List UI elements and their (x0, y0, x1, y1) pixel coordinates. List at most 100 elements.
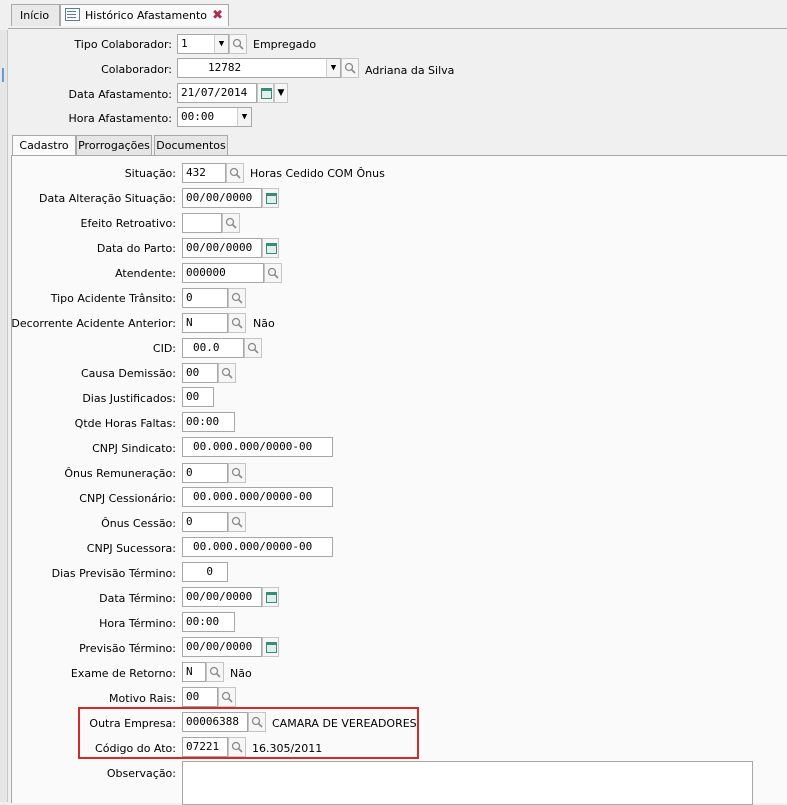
qtde-horas-faltas-input[interactable]: 00:00 (182, 412, 235, 432)
tab-historico-afastamento[interactable]: Histórico Afastamento ✖ (60, 4, 229, 26)
hora-afastamento-input[interactable]: 00:00 ▼ (177, 107, 252, 127)
observacao-textarea[interactable] (182, 761, 753, 805)
calendar-icon[interactable] (262, 587, 279, 607)
label-codigo-ato: Código do Ato: (95, 742, 176, 755)
causa-demissao-value: 00 (186, 366, 200, 379)
label-exame-retorno: Exame de Retorno: (70, 667, 176, 680)
motivo-rais-input[interactable]: 00 (182, 687, 218, 707)
data-afastamento-input[interactable]: 21/07/2014 (177, 83, 257, 103)
label-observacao: Observação: (106, 767, 176, 780)
colaborador-input[interactable]: 12782 ▼ (177, 58, 341, 78)
cnpj-sindicato-input[interactable]: 00.000.000/0000-00 (182, 437, 333, 457)
tab-prorrogacoes[interactable]: Prorrogações (76, 135, 152, 155)
tab-inicio-label: Início (20, 9, 50, 22)
search-icon[interactable] (264, 263, 282, 283)
situacao-input[interactable]: 432 (182, 163, 226, 183)
dias-justificados-input[interactable]: 00 (182, 387, 214, 407)
data-alteracao-situacao-input[interactable]: 00/00/0000 (182, 188, 262, 208)
outra-empresa-desc: CAMARA DE VEREADORES (272, 717, 417, 730)
cnpj-cessionario-value: 00.000.000/0000-00 (193, 490, 313, 503)
cnpj-sucessora-input[interactable]: 00.000.000/0000-00 (182, 537, 333, 557)
cnpj-cessionario-input[interactable]: 00.000.000/0000-00 (182, 487, 333, 507)
search-icon[interactable] (218, 687, 236, 707)
label-cnpj-sucessora: CNPJ Sucessora: (86, 542, 176, 555)
label-cnpj-sindicato: CNPJ Sindicato: (92, 442, 176, 455)
codigo-ato-input[interactable]: 07221 (182, 737, 228, 757)
efeito-retroativo-input[interactable] (182, 213, 222, 233)
cnpj-sindicato-value: 00.000.000/0000-00 (193, 440, 313, 453)
exame-retorno-input[interactable]: N (182, 662, 206, 682)
dias-justificados-value: 00 (186, 390, 200, 403)
data-parto-value: 00/00/0000 (186, 241, 253, 254)
dropdown-arrow-icon[interactable]: ▼ (326, 59, 340, 77)
cnpj-sucessora-value: 00.000.000/0000-00 (193, 540, 313, 553)
onus-cessao-input[interactable]: 0 (182, 512, 228, 532)
tipo-colaborador-input[interactable]: 1 ▼ (177, 34, 229, 54)
search-icon[interactable] (228, 463, 246, 483)
label-onus-remuneracao: Ônus Remuneração: (64, 467, 176, 480)
hora-afastamento-value: 00:00 (181, 110, 215, 123)
cid-input[interactable]: 00.0 (182, 338, 244, 358)
data-termino-value: 00/00/0000 (186, 590, 253, 603)
label-data-afastamento: Data Afastamento: (68, 88, 173, 101)
label-hora-termino: Hora Término: (99, 617, 176, 630)
calendar-icon[interactable] (257, 83, 274, 103)
label-situacao: Situação: (124, 167, 176, 180)
search-icon[interactable] (228, 737, 246, 757)
label-cid: CID: (152, 342, 176, 355)
search-icon[interactable] (248, 712, 266, 732)
motivo-rais-value: 00 (186, 690, 200, 703)
search-icon[interactable] (218, 363, 236, 383)
label-tipo-colaborador: Tipo Colaborador: (74, 38, 172, 51)
data-parto-input[interactable]: 00/00/0000 (182, 238, 262, 258)
decorrente-acidente-anterior-input[interactable]: N (182, 313, 228, 333)
search-icon[interactable] (229, 34, 247, 54)
label-previsao-termino: Previsão Término: (79, 642, 176, 655)
tab-prorrogacoes-label: Prorrogações (78, 139, 150, 152)
search-icon[interactable] (244, 338, 262, 358)
tab-documentos-label: Documentos (156, 139, 226, 152)
search-icon[interactable] (228, 313, 246, 333)
search-icon[interactable] (222, 213, 240, 233)
side-marker (2, 68, 4, 82)
dropdown-arrow-icon[interactable]: ▼ (274, 83, 288, 103)
hora-termino-input[interactable]: 00:00 (182, 612, 235, 632)
calendar-icon[interactable] (262, 238, 279, 258)
label-qtde-horas-faltas: Qtde Horas Faltas: (74, 417, 176, 430)
label-onus-cessao: Ônus Cessão: (101, 517, 176, 530)
previsao-termino-input[interactable]: 00/00/0000 (182, 637, 262, 657)
onus-remuneracao-input[interactable]: 0 (182, 463, 228, 483)
atendente-input[interactable]: 000000 (182, 263, 264, 283)
qtde-horas-faltas-value: 00:00 (186, 415, 220, 428)
search-icon[interactable] (341, 58, 359, 78)
search-icon[interactable] (206, 662, 224, 682)
tab-documentos[interactable]: Documentos (154, 135, 228, 155)
onus-remuneracao-value: 0 (186, 466, 193, 479)
form-icon (65, 8, 80, 21)
dias-previsao-termino-input[interactable]: 0 (182, 562, 228, 582)
colaborador-value: 12782 (208, 61, 242, 74)
search-icon[interactable] (226, 163, 244, 183)
outra-empresa-input[interactable]: 00006388 (182, 712, 248, 732)
data-termino-input[interactable]: 00/00/0000 (182, 587, 262, 607)
dropdown-arrow-icon[interactable]: ▼ (214, 35, 228, 53)
label-data-parto: Data do Parto: (96, 242, 176, 255)
tab-inicio[interactable]: Início (11, 4, 60, 26)
causa-demissao-input[interactable]: 00 (182, 363, 218, 383)
outra-empresa-value: 00006388 (186, 715, 239, 728)
cid-value: 00.0 (193, 341, 220, 354)
tipo-acidente-transito-input[interactable]: 0 (182, 288, 228, 308)
label-motivo-rais: Motivo Rais: (109, 692, 176, 705)
label-data-termino: Data Término: (99, 592, 176, 605)
tipo-colaborador-desc: Empregado (253, 38, 317, 51)
label-cnpj-cessionario: CNPJ Cessionário: (79, 492, 176, 505)
situacao-value: 432 (186, 166, 206, 179)
search-icon[interactable] (228, 288, 246, 308)
search-icon[interactable] (228, 512, 246, 532)
previsao-termino-value: 00/00/0000 (186, 640, 253, 653)
calendar-icon[interactable] (262, 188, 279, 208)
tab-cadastro[interactable]: Cadastro (12, 135, 76, 156)
close-tab-icon[interactable]: ✖ (212, 5, 223, 27)
calendar-icon[interactable] (262, 637, 279, 657)
dropdown-arrow-icon[interactable]: ▼ (237, 108, 251, 126)
